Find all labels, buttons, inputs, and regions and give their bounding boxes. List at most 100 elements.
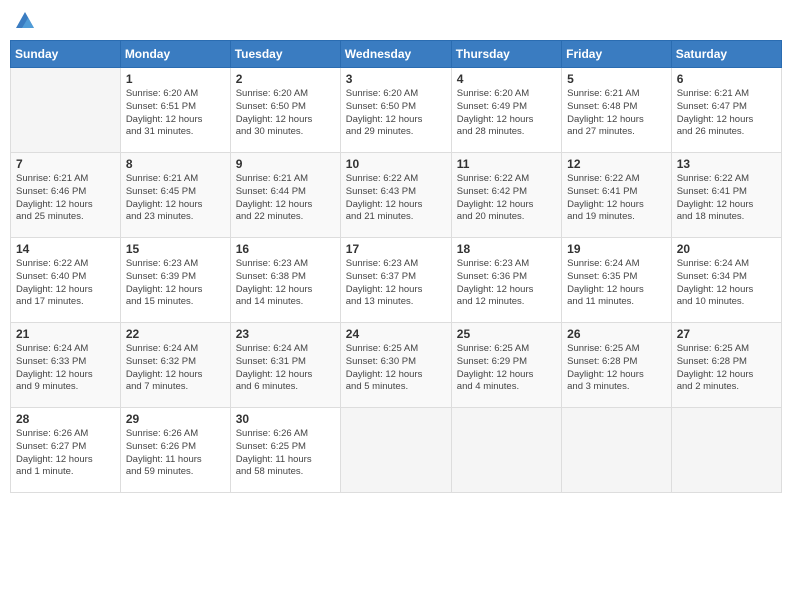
column-header-monday: Monday	[120, 41, 230, 68]
calendar-cell: 16Sunrise: 6:23 AM Sunset: 6:38 PM Dayli…	[230, 238, 340, 323]
day-info: Sunrise: 6:21 AM Sunset: 6:44 PM Dayligh…	[236, 173, 335, 224]
column-header-wednesday: Wednesday	[340, 41, 451, 68]
page-header	[10, 10, 782, 32]
day-number: 5	[567, 72, 666, 86]
calendar-cell: 8 Sunrise: 6:21 AM Sunset: 6:45 PM Daylig…	[120, 153, 230, 238]
day-number: 13	[677, 157, 776, 171]
day-number: 4	[457, 72, 556, 86]
calendar-cell: 1 Sunrise: 6:20 AM Sunset: 6:51 PM Daylig…	[120, 68, 230, 153]
calendar-cell: 2 Sunrise: 6:20 AM Sunset: 6:50 PM Daylig…	[230, 68, 340, 153]
day-number: 21	[16, 327, 115, 341]
logo-icon	[14, 10, 36, 32]
day-number: 9	[236, 157, 335, 171]
calendar-cell: 17 Sunrise: 6:23 AM Sunset: 6:37 PM Dayli…	[340, 238, 451, 323]
day-number: 8	[126, 157, 225, 171]
week-row-3: 14 Sunrise: 6:22 AM Sunset: 6:40 PM Dayli…	[11, 238, 782, 323]
calendar-cell: 5 Sunrise: 6:21 AM Sunset: 6:48 PM Daylig…	[562, 68, 672, 153]
day-number: 1	[126, 72, 225, 86]
day-number: 11	[457, 157, 556, 171]
week-row-1: 1 Sunrise: 6:20 AM Sunset: 6:51 PM Daylig…	[11, 68, 782, 153]
calendar-cell: 7 Sunrise: 6:21 AM Sunset: 6:46 PM Daylig…	[11, 153, 121, 238]
day-info: Sunrise: 6:25 AM Sunset: 6:29 PM Dayligh…	[457, 343, 556, 394]
column-header-thursday: Thursday	[451, 41, 561, 68]
calendar-cell: 30 Sunrise: 6:26 AM Sunset: 6:25 PM Dayli…	[230, 408, 340, 493]
day-number: 18	[457, 242, 556, 256]
day-info: Sunrise: 6:25 AM Sunset: 6:28 PM Dayligh…	[677, 343, 776, 394]
week-row-2: 7 Sunrise: 6:21 AM Sunset: 6:46 PM Daylig…	[11, 153, 782, 238]
day-info: Sunrise: 6:23 AM Sunset: 6:38 PM Dayligh…	[236, 258, 335, 309]
day-number: 3	[346, 72, 446, 86]
day-info: Sunrise: 6:24 AM Sunset: 6:34 PM Dayligh…	[677, 258, 776, 309]
calendar-cell: 27 Sunrise: 6:25 AM Sunset: 6:28 PM Dayli…	[671, 323, 781, 408]
calendar-cell: 15 Sunrise: 6:23 AM Sunset: 6:39 PM Dayli…	[120, 238, 230, 323]
day-number: 27	[677, 327, 776, 341]
calendar-cell	[671, 408, 781, 493]
day-number: 19	[567, 242, 666, 256]
calendar-cell: 28 Sunrise: 6:26 AM Sunset: 6:27 PM Dayli…	[11, 408, 121, 493]
calendar-cell: 19Sunrise: 6:24 AM Sunset: 6:35 PM Dayli…	[562, 238, 672, 323]
day-info: Sunrise: 6:20 AM Sunset: 6:50 PM Dayligh…	[236, 88, 335, 139]
day-info: Sunrise: 6:20 AM Sunset: 6:51 PM Dayligh…	[126, 88, 225, 139]
day-number: 28	[16, 412, 115, 426]
day-number: 23	[236, 327, 335, 341]
day-number: 15	[126, 242, 225, 256]
day-info: Sunrise: 6:22 AM Sunset: 6:41 PM Dayligh…	[567, 173, 666, 224]
day-info: Sunrise: 6:21 AM Sunset: 6:46 PM Dayligh…	[16, 173, 115, 224]
calendar-header-row: SundayMondayTuesdayWednesdayThursdayFrid…	[11, 41, 782, 68]
calendar-cell: 10 Sunrise: 6:22 AM Sunset: 6:43 PM Dayli…	[340, 153, 451, 238]
day-number: 14	[16, 242, 115, 256]
day-number: 6	[677, 72, 776, 86]
day-number: 7	[16, 157, 115, 171]
day-info: Sunrise: 6:21 AM Sunset: 6:48 PM Dayligh…	[567, 88, 666, 139]
calendar-cell: 21Sunrise: 6:24 AM Sunset: 6:33 PM Dayli…	[11, 323, 121, 408]
calendar-cell: 14 Sunrise: 6:22 AM Sunset: 6:40 PM Dayli…	[11, 238, 121, 323]
day-info: Sunrise: 6:26 AM Sunset: 6:27 PM Dayligh…	[16, 428, 115, 479]
column-header-tuesday: Tuesday	[230, 41, 340, 68]
day-info: Sunrise: 6:23 AM Sunset: 6:36 PM Dayligh…	[457, 258, 556, 309]
day-info: Sunrise: 6:22 AM Sunset: 6:40 PM Dayligh…	[16, 258, 115, 309]
column-header-saturday: Saturday	[671, 41, 781, 68]
calendar-cell: 3 Sunrise: 6:20 AM Sunset: 6:50 PM Daylig…	[340, 68, 451, 153]
day-info: Sunrise: 6:24 AM Sunset: 6:32 PM Dayligh…	[126, 343, 225, 394]
day-number: 17	[346, 242, 446, 256]
logo	[14, 10, 38, 32]
day-number: 10	[346, 157, 446, 171]
day-info: Sunrise: 6:23 AM Sunset: 6:39 PM Dayligh…	[126, 258, 225, 309]
calendar-cell: 29 Sunrise: 6:26 AM Sunset: 6:26 PM Dayli…	[120, 408, 230, 493]
calendar-cell: 13 Sunrise: 6:22 AM Sunset: 6:41 PM Dayli…	[671, 153, 781, 238]
day-number: 30	[236, 412, 335, 426]
day-info: Sunrise: 6:21 AM Sunset: 6:47 PM Dayligh…	[677, 88, 776, 139]
day-info: Sunrise: 6:20 AM Sunset: 6:50 PM Dayligh…	[346, 88, 446, 139]
day-info: Sunrise: 6:22 AM Sunset: 6:42 PM Dayligh…	[457, 173, 556, 224]
calendar-cell: 6 Sunrise: 6:21 AM Sunset: 6:47 PM Daylig…	[671, 68, 781, 153]
day-info: Sunrise: 6:22 AM Sunset: 6:41 PM Dayligh…	[677, 173, 776, 224]
week-row-5: 28 Sunrise: 6:26 AM Sunset: 6:27 PM Dayli…	[11, 408, 782, 493]
day-info: Sunrise: 6:21 AM Sunset: 6:45 PM Dayligh…	[126, 173, 225, 224]
calendar-cell: 22Sunrise: 6:24 AM Sunset: 6:32 PM Dayli…	[120, 323, 230, 408]
day-info: Sunrise: 6:25 AM Sunset: 6:28 PM Dayligh…	[567, 343, 666, 394]
day-number: 20	[677, 242, 776, 256]
day-info: Sunrise: 6:26 AM Sunset: 6:26 PM Dayligh…	[126, 428, 225, 479]
day-number: 25	[457, 327, 556, 341]
calendar-cell	[451, 408, 561, 493]
day-info: Sunrise: 6:20 AM Sunset: 6:49 PM Dayligh…	[457, 88, 556, 139]
calendar-cell	[11, 68, 121, 153]
calendar-table: SundayMondayTuesdayWednesdayThursdayFrid…	[10, 40, 782, 493]
day-info: Sunrise: 6:26 AM Sunset: 6:25 PM Dayligh…	[236, 428, 335, 479]
day-number: 29	[126, 412, 225, 426]
calendar-cell: 9 Sunrise: 6:21 AM Sunset: 6:44 PM Daylig…	[230, 153, 340, 238]
day-info: Sunrise: 6:24 AM Sunset: 6:31 PM Dayligh…	[236, 343, 335, 394]
calendar-cell	[562, 408, 672, 493]
week-row-4: 21Sunrise: 6:24 AM Sunset: 6:33 PM Dayli…	[11, 323, 782, 408]
calendar-cell: 18 Sunrise: 6:23 AM Sunset: 6:36 PM Dayli…	[451, 238, 561, 323]
calendar-cell: 11 Sunrise: 6:22 AM Sunset: 6:42 PM Dayli…	[451, 153, 561, 238]
day-number: 26	[567, 327, 666, 341]
column-header-friday: Friday	[562, 41, 672, 68]
day-number: 2	[236, 72, 335, 86]
day-info: Sunrise: 6:22 AM Sunset: 6:43 PM Dayligh…	[346, 173, 446, 224]
day-number: 12	[567, 157, 666, 171]
column-header-sunday: Sunday	[11, 41, 121, 68]
day-number: 24	[346, 327, 446, 341]
calendar-cell: 25 Sunrise: 6:25 AM Sunset: 6:29 PM Dayli…	[451, 323, 561, 408]
day-info: Sunrise: 6:23 AM Sunset: 6:37 PM Dayligh…	[346, 258, 446, 309]
